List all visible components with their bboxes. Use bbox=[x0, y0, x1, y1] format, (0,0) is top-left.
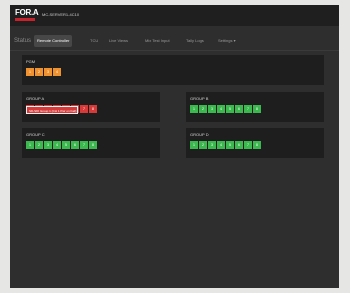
group-b-cell[interactable]: 5 bbox=[226, 105, 234, 113]
group-d-cell[interactable]: 7 bbox=[244, 141, 252, 149]
pgm-cells: 1 2 3 4 bbox=[26, 68, 61, 76]
tab-tally-logs[interactable]: Tally Logs bbox=[183, 35, 207, 47]
header-bar: FOR.A MC-SERVER1-4C10 bbox=[10, 5, 339, 26]
group-d-cell[interactable]: 1 bbox=[190, 141, 198, 149]
group-d-cell[interactable]: 2 bbox=[199, 141, 207, 149]
group-c-cell[interactable]: 8 bbox=[89, 141, 97, 149]
group-c-cell[interactable]: 6 bbox=[71, 141, 79, 149]
group-d-cell[interactable]: 6 bbox=[235, 141, 243, 149]
group-c-cell[interactable]: 1 bbox=[26, 141, 34, 149]
group-c-cell[interactable]: 5 bbox=[62, 141, 70, 149]
group-c-cell[interactable]: 2 bbox=[35, 141, 43, 149]
group-b-cells: 1 2 3 4 5 6 7 8 bbox=[190, 105, 261, 113]
pgm-title: PGM bbox=[26, 59, 36, 64]
group-d-cell[interactable]: 3 bbox=[208, 141, 216, 149]
tab-live-views[interactable]: Live Views bbox=[106, 35, 131, 47]
group-b-cell[interactable]: 6 bbox=[235, 105, 243, 113]
group-c-cell[interactable]: 3 bbox=[44, 141, 52, 149]
group-d-cell[interactable]: 4 bbox=[217, 141, 225, 149]
group-d-cell[interactable]: 8 bbox=[253, 141, 261, 149]
brand-logo: FOR.A bbox=[15, 9, 39, 22]
group-c-cell[interactable]: 7 bbox=[80, 141, 88, 149]
group-b-title: GROUP B bbox=[190, 96, 209, 101]
tab-settings[interactable]: Settings ▾ bbox=[215, 35, 239, 47]
nav-bar: Status Remote Controller TCU Live Views … bbox=[10, 32, 339, 51]
group-b-cell[interactable]: 3 bbox=[208, 105, 216, 113]
pgm-cell[interactable]: 3 bbox=[44, 68, 52, 76]
group-c-panel: GROUP C 1 2 3 4 5 6 7 8 bbox=[22, 128, 160, 158]
tab-tcu[interactable]: TCU bbox=[87, 35, 101, 47]
device-name: MC-SERVER1-4C10 bbox=[42, 12, 80, 17]
pgm-cell[interactable]: 1 bbox=[26, 68, 34, 76]
group-a-title: GROUP A bbox=[26, 96, 45, 101]
group-d-title: GROUP D bbox=[190, 132, 209, 137]
group-b-cell[interactable]: 1 bbox=[190, 105, 198, 113]
group-b-cell[interactable]: 4 bbox=[217, 105, 225, 113]
pgm-panel: PGM 1 2 3 4 bbox=[22, 55, 324, 85]
pgm-cell[interactable]: 4 bbox=[53, 68, 61, 76]
pgm-cell[interactable]: 2 bbox=[35, 68, 43, 76]
group-c-title: GROUP C bbox=[26, 132, 45, 137]
group-c-cell[interactable]: 4 bbox=[53, 141, 61, 149]
tab-mix-test-input[interactable]: Mix Test Input bbox=[142, 35, 173, 47]
group-b-panel: GROUP B 1 2 3 4 5 6 7 8 bbox=[186, 92, 324, 122]
group-a-cell[interactable]: 7 bbox=[80, 105, 88, 113]
tab-status[interactable]: Status bbox=[11, 35, 34, 47]
source-tooltip: SD-SDI Group 1 (CH 1 Pwr on Fail) 1 bbox=[26, 106, 78, 114]
group-d-panel: GROUP D 1 2 3 4 5 6 7 8 bbox=[186, 128, 324, 158]
group-c-cells: 1 2 3 4 5 6 7 8 bbox=[26, 141, 97, 149]
group-b-cell[interactable]: 7 bbox=[244, 105, 252, 113]
group-d-cells: 1 2 3 4 5 6 7 8 bbox=[190, 141, 261, 149]
tab-remote-controller[interactable]: Remote Controller bbox=[34, 35, 73, 47]
group-a-cell[interactable]: 8 bbox=[89, 105, 97, 113]
group-b-cell[interactable]: 8 bbox=[253, 105, 261, 113]
group-d-cell[interactable]: 5 bbox=[226, 141, 234, 149]
group-b-cell[interactable]: 2 bbox=[199, 105, 207, 113]
app-window: FOR.A MC-SERVER1-4C10 Status Remote Cont… bbox=[10, 5, 339, 288]
